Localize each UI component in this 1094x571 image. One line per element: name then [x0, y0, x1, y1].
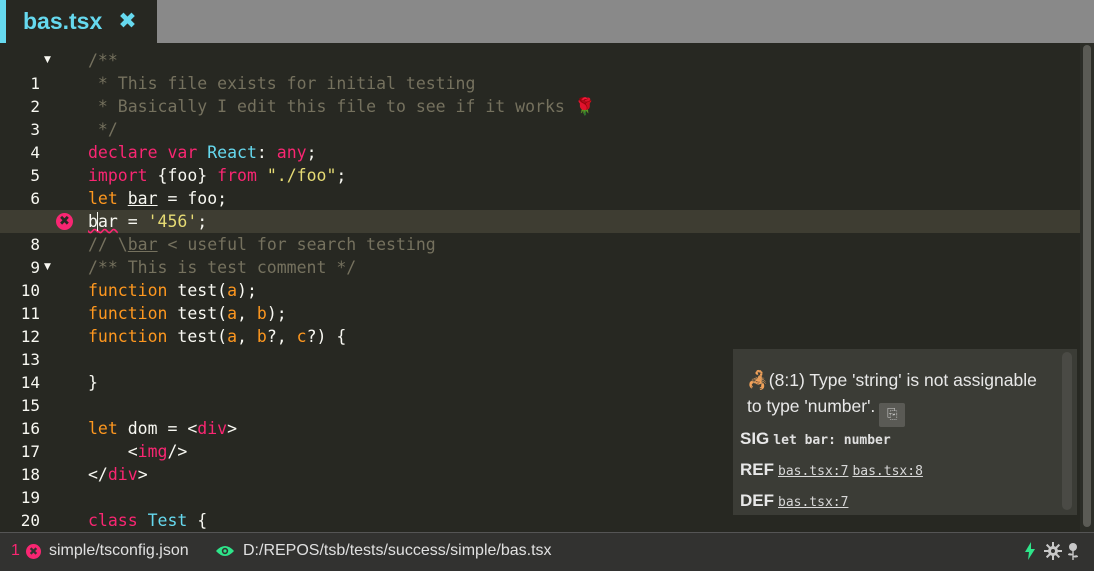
code-text: <img/> — [88, 442, 188, 461]
error-tooltip: 🦂(8:1) Type 'string' is not assignable t… — [733, 349, 1077, 515]
bolt-icon[interactable] — [1024, 542, 1036, 565]
copy-icon[interactable]: ⎘ — [879, 403, 906, 427]
code-text: declare var React: any; — [88, 143, 317, 162]
tooltip-scrollbar[interactable] — [1062, 352, 1072, 510]
tsconfig-path[interactable]: simple/tsconfig.json — [49, 542, 189, 560]
code-line[interactable]: 6 import {foo} from "./foo"; — [0, 164, 1080, 208]
ref-link[interactable]: bas.tsx:8 — [852, 464, 922, 479]
file-path[interactable]: D:/REPOS/tsb/tests/success/simple/bas.ts… — [243, 542, 552, 560]
rose-icon[interactable] — [1066, 542, 1080, 565]
code-line[interactable]: 3 * Basically I edit this file to see if… — [0, 95, 1080, 139]
tab-bar: bas.tsx ✖ — [0, 0, 1094, 43]
code-text: */ — [88, 120, 118, 139]
code-text: * Basically I edit this file to see if i… — [88, 97, 596, 116]
definition-row: DEF bas.tsx:7 — [740, 491, 848, 511]
code-text: function test(a); — [88, 281, 257, 300]
code-text: * This file exists for initial testing — [88, 74, 476, 93]
editor-scrollbar[interactable] — [1080, 43, 1094, 532]
references-row: REF bas.tsx:7 bas.tsx:8 — [740, 460, 923, 480]
code-text: class Test { — [88, 511, 208, 530]
eye-icon[interactable] — [215, 544, 235, 563]
tab-title: bas.tsx — [23, 8, 103, 34]
code-line[interactable]: 4 */ — [0, 118, 1080, 162]
code-line[interactable]: 5 declare var React: any; — [0, 141, 1080, 185]
code-line[interactable]: 7 let bar = foo; — [0, 187, 1080, 231]
fold-arrow-icon[interactable]: ▼ — [44, 256, 51, 279]
code-line[interactable]: 2 * This file exists for initial testing — [0, 72, 1080, 116]
status-bar: 1 ✖ simple/tsconfig.json D:/REPOS/tsb/te… — [0, 532, 1094, 571]
ref-label: REF — [740, 460, 774, 479]
code-line[interactable]: 13 function test(a, b?, c?) { — [0, 325, 1080, 369]
error-icon[interactable]: ✖ — [56, 213, 73, 230]
code-line[interactable]: 11 function test(a); — [0, 279, 1080, 323]
code-text: </div> — [88, 465, 148, 484]
code-text: // \bar < useful for search testing — [88, 235, 436, 254]
error-count[interactable]: 1 — [11, 542, 20, 560]
code-line[interactable]: 1 ▼ /** — [0, 49, 1080, 93]
code-line[interactable]: 10 ▼ /** This is test comment */ — [0, 256, 1080, 300]
code-line-active[interactable]: 8 ✖ bar = '456'; — [0, 210, 1080, 254]
code-line[interactable]: 12 function test(a, b); — [0, 302, 1080, 346]
code-text: function test(a, b); — [88, 304, 287, 323]
code-text: /** This is test comment */ — [88, 258, 357, 277]
code-text: let dom = <div> — [88, 419, 238, 438]
def-label: DEF — [740, 491, 774, 510]
error-icon[interactable]: ✖ — [26, 544, 41, 559]
code-text: function test(a, b?, c?) { — [88, 327, 347, 346]
code-text: /** — [88, 51, 118, 70]
close-icon[interactable]: ✖ — [118, 10, 136, 33]
tab-bas-tsx[interactable]: bas.tsx ✖ — [0, 0, 157, 43]
code-text: bar = '456'; — [88, 212, 208, 231]
sig-label: SIG — [740, 429, 770, 448]
def-link[interactable]: bas.tsx:7 — [778, 495, 848, 510]
code-text: } — [88, 373, 98, 392]
code-text: import {foo} from "./foo"; — [88, 166, 347, 185]
scorpion-icon: 🦂 — [747, 370, 769, 390]
code-text: let bar = foo; — [88, 189, 228, 208]
sig-value: let bar: number — [773, 433, 891, 448]
editor-scrollbar-thumb[interactable] — [1083, 45, 1091, 527]
tooltip-message: 🦂(8:1) Type 'string' is not assignable t… — [747, 367, 1047, 427]
code-line[interactable]: 9 // \bar < useful for search testing — [0, 233, 1080, 277]
ref-link[interactable]: bas.tsx:7 — [778, 464, 848, 479]
signature-row: SIG let bar: number — [740, 429, 891, 449]
gear-icon[interactable] — [1044, 542, 1062, 565]
fold-arrow-icon[interactable]: ▼ — [44, 49, 51, 72]
